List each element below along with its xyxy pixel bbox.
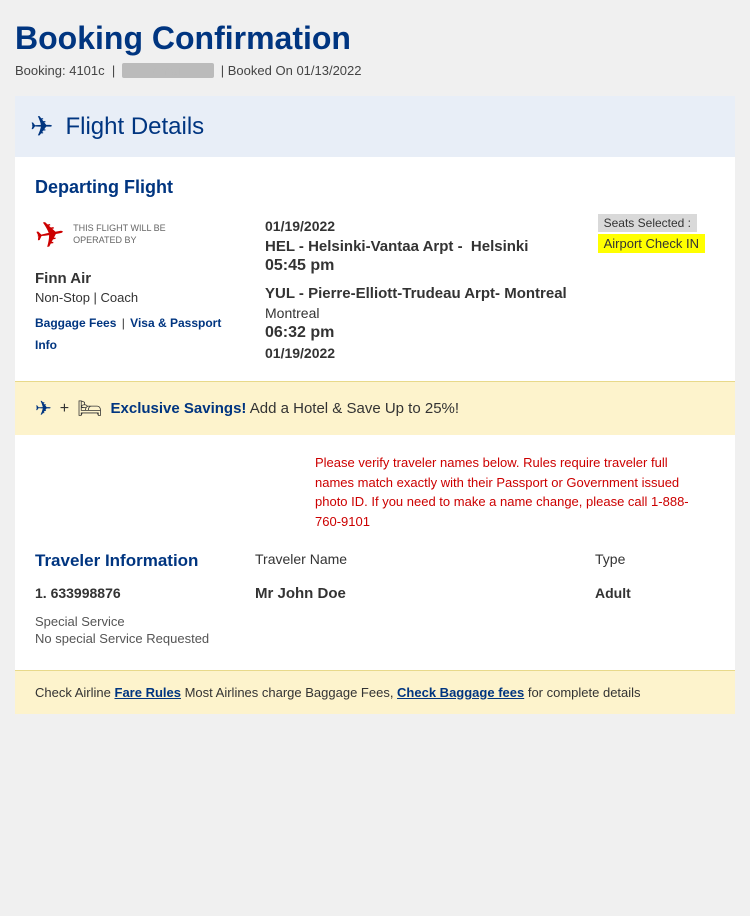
departing-flight-label: Departing Flight — [35, 177, 715, 198]
route-dest: YUL - Pierre-Elliott-Trudeau Arpt- Montr… — [265, 285, 715, 302]
depart-time: 05:45 pm — [265, 257, 715, 275]
seats-badge-area: Seats Selected : Airport Check IN — [598, 214, 705, 253]
savings-plane-icon: ✈ — [35, 396, 52, 421]
bottom-middle-text: Most Airlines charge Baggage Fees, — [181, 685, 397, 700]
special-service-label: Special Service — [35, 614, 715, 629]
bottom-prefix: Check Airline — [35, 685, 111, 700]
traveler-col-name: Traveler Name — [255, 551, 595, 567]
airline-logo-area: ✈ THIS FLIGHT WILL BE OPERATED BY — [35, 214, 265, 256]
savings-banner: ✈ + 🛏 Exclusive Savings! Add a Hotel & S… — [15, 381, 735, 435]
traveler-name: Mr John Doe — [255, 585, 595, 602]
email-redacted: email — [122, 63, 213, 78]
info-link[interactable]: Info — [35, 338, 57, 352]
booked-date: 01/13/2022 — [296, 63, 361, 78]
traveler-section: Traveler Information Traveler Name Type … — [15, 541, 735, 670]
flight-details-header: ✈ Flight Details — [15, 96, 735, 157]
special-service-value: No special Service Requested — [35, 631, 715, 646]
fare-rules-link[interactable]: Fare Rules — [115, 685, 181, 700]
special-service-block: Special Service No special Service Reque… — [35, 614, 715, 646]
page-container: Booking Confirmation Booking: 4101c | em… — [0, 0, 750, 734]
seats-selected-label: Seats Selected : — [598, 214, 697, 232]
verify-section: Please verify traveler names below. Rule… — [15, 435, 735, 541]
operated-by-text: THIS FLIGHT WILL BE OPERATED BY — [73, 223, 166, 246]
airline-name: Finn Air — [35, 270, 265, 287]
check-baggage-link[interactable]: Check Baggage fees — [397, 685, 524, 700]
exclusive-savings-label: Exclusive Savings! — [111, 400, 247, 417]
traveler-number: 1. 633998876 — [35, 585, 255, 601]
flight-links: Baggage Fees | Visa & Passport Info — [35, 313, 265, 356]
flight-card: Departing Flight ✈ THIS FLIGHT WILL BE O… — [15, 157, 735, 381]
arrive-time: 06:32 pm — [265, 324, 715, 342]
traveler-info-label: Traveler Information — [35, 551, 255, 571]
savings-text: Exclusive Savings! Add a Hotel & Save Up… — [111, 400, 460, 417]
booking-header: Booking Confirmation Booking: 4101c | em… — [15, 20, 735, 78]
baggage-fees-link[interactable]: Baggage Fees — [35, 316, 116, 330]
red-plane-icon: ✈ — [32, 212, 69, 259]
traveler-type: Adult — [595, 585, 715, 601]
flight-details-title: Flight Details — [65, 113, 204, 141]
traveler-col-type: Type — [595, 551, 715, 567]
traveler-row: 1. 633998876 Mr John Doe Adult — [35, 585, 715, 602]
bottom-banner: Check Airline Fare Rules Most Airlines c… — [15, 670, 735, 714]
traveler-header-row: Traveler Information Traveler Name Type — [35, 551, 715, 571]
plane-icon: ✈ — [30, 110, 53, 143]
booking-meta: Booking: 4101c | email | Booked On 01/13… — [15, 63, 735, 78]
bottom-suffix: for complete details — [524, 685, 640, 700]
flight-class: Non-Stop | Coach — [35, 290, 265, 305]
flight-left-column: ✈ THIS FLIGHT WILL BE OPERATED BY Finn A… — [35, 214, 265, 361]
booked-on-label: Booked On — [228, 63, 293, 78]
savings-rest-text: Add a Hotel & Save Up to 25%! — [246, 400, 459, 417]
booking-prefix: Booking: — [15, 63, 66, 78]
airport-check-badge: Airport Check IN — [598, 234, 705, 253]
savings-hotel-icon: 🛏 — [77, 396, 102, 421]
page-title: Booking Confirmation — [15, 20, 735, 57]
flight-info-row: ✈ THIS FLIGHT WILL BE OPERATED BY Finn A… — [35, 214, 715, 361]
savings-plus: + — [60, 400, 69, 418]
separator: | — [122, 316, 128, 330]
dest-city: Montreal — [265, 305, 715, 321]
flight-right-column: Seats Selected : Airport Check IN 01/19/… — [265, 214, 715, 361]
booking-id: 4101c — [69, 63, 104, 78]
visa-passport-link[interactable]: Visa & Passport — [130, 316, 221, 330]
arrive-date: 01/19/2022 — [265, 345, 715, 361]
verify-notice: Please verify traveler names below. Rule… — [315, 453, 695, 531]
